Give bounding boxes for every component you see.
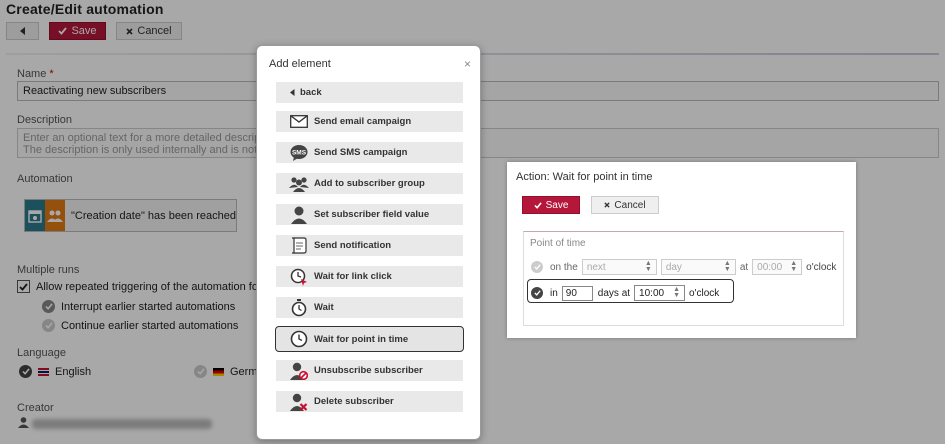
modal-title: Add element [269, 58, 331, 70]
item-label: Wait [314, 302, 334, 313]
check-icon [533, 264, 541, 270]
user-icon [289, 205, 309, 225]
days-input[interactable]: 90 [561, 285, 593, 301]
add-set-subscriber-field-value[interactable]: Set subscriber field value [276, 204, 463, 225]
on-the-label: on the [550, 261, 578, 273]
oclock-label: o'clock [806, 261, 837, 273]
next-select[interactable]: next ▲ ▼ [581, 259, 657, 275]
item-label: Add to subscriber group [314, 178, 425, 189]
next-select-value: next [586, 261, 606, 273]
on-the-row[interactable]: on the next ▲ ▼ day ▲ ▼ at 00:00 ▲ ▼ o'cloc… [531, 259, 836, 275]
action-wait-for-point-in-time-panel: Action: Wait for point in time Save Canc… [507, 162, 856, 338]
day-select[interactable]: day ▲ ▼ [660, 259, 736, 275]
x-icon [604, 202, 611, 208]
svg-text:SMS: SMS [292, 149, 307, 156]
add-to-subscriber-group[interactable]: Add to subscriber group [276, 173, 463, 194]
item-label: Set subscriber field value [314, 209, 430, 220]
time-select-disabled[interactable]: 00:00 ▲ ▼ [752, 259, 803, 275]
stopwatch-icon [289, 298, 309, 318]
envelope-icon [289, 112, 309, 132]
add-wait-for-link-click[interactable]: Wait for link click [276, 266, 463, 287]
check-icon [533, 201, 542, 209]
close-icon[interactable]: × [464, 57, 471, 71]
action-save-button[interactable]: Save [522, 196, 580, 214]
modal-back-label: back [300, 87, 322, 98]
item-label: Send notification [314, 240, 392, 251]
modal-back-button[interactable]: back [276, 82, 463, 103]
item-label: Unsubscribe subscriber [314, 365, 423, 376]
days-at-label: days at [597, 287, 631, 299]
add-send-notification[interactable]: Send notification [276, 235, 463, 256]
point-of-time-section: Point of time on the next ▲ ▼ day ▲ ▼ at 0… [523, 231, 844, 326]
item-label: Send SMS campaign [314, 147, 408, 158]
select-arrows-icon: ▲ ▼ [723, 260, 731, 273]
item-label: Wait for point in time [314, 333, 409, 345]
time-select[interactable]: 10:00 ▲ ▼ [634, 285, 686, 301]
add-wait-for-point-in-time[interactable]: Wait for point in time [275, 326, 464, 352]
on-the-radio[interactable] [531, 261, 543, 273]
time-select-disabled-value: 00:00 [757, 261, 783, 273]
time-select-value: 10:00 [639, 287, 665, 299]
add-unsubscribe-subscriber[interactable]: Unsubscribe subscriber [276, 360, 463, 381]
user-delete-icon [289, 392, 309, 412]
action-cancel-button[interactable]: Cancel [591, 196, 659, 214]
action-title: Action: Wait for point in time [516, 171, 653, 183]
in-days-radio[interactable] [531, 287, 543, 299]
clock-cursor-icon [289, 267, 309, 287]
group-icon [289, 174, 309, 194]
oclock-label: o'clock [689, 287, 720, 299]
action-save-label: Save [545, 199, 569, 211]
in-label: in [550, 287, 558, 299]
add-wait[interactable]: Wait [276, 297, 463, 318]
clock-icon [289, 329, 309, 349]
add-element-modal: Add element × back Send email campaign S… [256, 45, 481, 440]
add-delete-subscriber[interactable]: Delete subscriber [276, 391, 463, 412]
notification-icon [289, 236, 309, 256]
caret-left-icon [290, 89, 295, 96]
select-arrows-icon: ▲ ▼ [790, 260, 798, 273]
point-of-time-label: Point of time [530, 238, 586, 249]
select-arrows-icon: ▲ ▼ [673, 286, 681, 299]
day-select-value: day [665, 261, 682, 273]
select-arrows-icon: ▲ ▼ [644, 260, 652, 273]
in-days-row[interactable]: in 90 days at 10:00 ▲ ▼ o'clock [531, 285, 719, 301]
add-send-email-campaign[interactable]: Send email campaign [276, 111, 463, 132]
action-cancel-label: Cancel [614, 199, 646, 211]
item-label: Send email campaign [314, 116, 412, 127]
check-icon [533, 290, 541, 296]
add-send-sms-campaign[interactable]: SMS Send SMS campaign [276, 142, 463, 163]
item-label: Delete subscriber [314, 396, 394, 407]
user-unsubscribe-icon [289, 361, 309, 381]
sms-icon: SMS [289, 143, 309, 163]
at-label: at [739, 261, 749, 273]
item-label: Wait for link click [314, 271, 392, 282]
